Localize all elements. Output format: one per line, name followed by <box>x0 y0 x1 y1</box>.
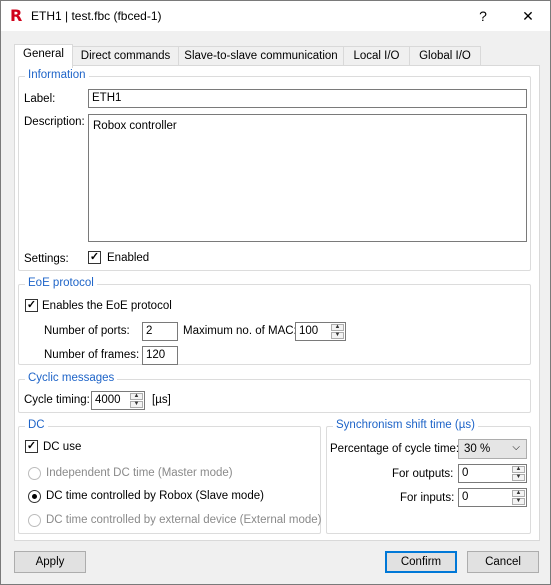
dc-use-label: DC use <box>43 441 82 453</box>
tab-global-io[interactable]: Global I/O <box>409 46 481 67</box>
sync-shift-group: Synchronism shift time (µs) Percentage o… <box>326 419 531 534</box>
percentage-caption: Percentage of cycle time: <box>330 443 460 455</box>
mac-caption: Maximum no. of MAC: <box>183 325 297 337</box>
cycle-timing-value: 4000 <box>95 394 121 406</box>
confirm-button[interactable]: Confirm <box>385 551 457 573</box>
settings-caption: Settings: <box>24 253 69 265</box>
label-caption: Label: <box>24 93 56 105</box>
dc-use-checkbox[interactable]: ✓ <box>25 440 38 453</box>
robox-logo-icon: R <box>10 6 23 25</box>
frames-input[interactable]: 120 <box>142 346 178 365</box>
cycle-timing-unit: [µs] <box>152 394 171 406</box>
cyclic-title: Cyclic messages <box>25 372 118 384</box>
dialog-window: R ETH1 | test.fbc (fbced-1) ? ✕ General … <box>0 0 551 585</box>
ports-caption: Number of ports: <box>44 325 130 337</box>
inputs-up-icon[interactable]: ▲ <box>512 490 525 497</box>
outputs-caption: For outputs: <box>392 468 454 480</box>
general-panel: Information Label: ETH1 Description: Rob… <box>14 65 540 541</box>
cycle-timing-stepper[interactable]: 4000 ▲ ▼ <box>91 391 145 410</box>
dc-master-label: Independent DC time (Master mode) <box>46 467 233 479</box>
dc-master-radio[interactable] <box>28 467 41 480</box>
chevron-down-icon: ⌵ <box>512 442 520 453</box>
tab-general[interactable]: General <box>14 44 73 68</box>
description-textarea[interactable]: Robox controller <box>88 114 527 242</box>
tab-slave-to-slave[interactable]: Slave-to-slave communication <box>178 46 344 67</box>
mac-arrows: ▲ ▼ <box>331 324 344 339</box>
percentage-value: 30 % <box>464 443 491 455</box>
description-caption: Description: <box>24 116 85 128</box>
mac-stepper[interactable]: 100 ▲ ▼ <box>295 322 346 341</box>
cancel-button[interactable]: Cancel <box>467 551 539 573</box>
dc-external-label: DC time controlled by external device (E… <box>46 514 322 526</box>
eoe-title: EoE protocol <box>25 277 97 289</box>
apply-button[interactable]: Apply <box>14 551 86 573</box>
eoe-enable-checkbox[interactable]: ✓ <box>25 299 38 312</box>
label-input[interactable]: ETH1 <box>88 89 527 108</box>
outputs-down-icon[interactable]: ▼ <box>512 474 525 481</box>
cycle-timing-down-icon[interactable]: ▼ <box>130 401 143 408</box>
outputs-value: 0 <box>462 467 469 479</box>
information-group: Information Label: ETH1 Description: Rob… <box>18 69 531 271</box>
mac-value: 100 <box>299 325 319 337</box>
eoe-enable-label: Enables the EoE protocol <box>42 300 172 312</box>
cycle-timing-up-icon[interactable]: ▲ <box>130 393 143 400</box>
inputs-down-icon[interactable]: ▼ <box>512 498 525 505</box>
outputs-arrows: ▲ ▼ <box>512 466 525 481</box>
dc-slave-label: DC time controlled by Robox (Slave mode) <box>46 490 264 502</box>
radio-selected-dot <box>32 494 37 499</box>
information-title: Information <box>25 69 89 81</box>
inputs-value: 0 <box>462 491 469 503</box>
dc-slave-radio[interactable] <box>28 490 41 503</box>
tab-local-io[interactable]: Local I/O <box>343 46 410 67</box>
frames-caption: Number of frames: <box>44 349 140 361</box>
dc-external-radio[interactable] <box>28 514 41 527</box>
enabled-label: Enabled <box>107 252 150 264</box>
dc-title: DC <box>25 419 48 431</box>
cyclic-group: Cyclic messages Cycle timing: 4000 ▲ ▼ [… <box>18 372 531 413</box>
enabled-checkbox[interactable]: ✓ <box>88 251 101 264</box>
outputs-up-icon[interactable]: ▲ <box>512 466 525 473</box>
window-title: ETH1 | test.fbc (fbced-1) <box>31 9 162 23</box>
title-bar: R ETH1 | test.fbc (fbced-1) ? ✕ <box>1 1 550 31</box>
outputs-stepper[interactable]: 0 ▲ ▼ <box>458 464 527 483</box>
mac-up-icon[interactable]: ▲ <box>331 324 344 331</box>
help-button[interactable]: ? <box>460 1 506 31</box>
tab-direct-commands[interactable]: Direct commands <box>72 46 179 67</box>
cycle-timing-arrows: ▲ ▼ <box>130 393 143 408</box>
cycle-timing-caption: Cycle timing: <box>24 394 90 406</box>
mac-down-icon[interactable]: ▼ <box>331 332 344 339</box>
inputs-stepper[interactable]: 0 ▲ ▼ <box>458 488 527 507</box>
inputs-arrows: ▲ ▼ <box>512 490 525 505</box>
close-button[interactable]: ✕ <box>505 1 551 31</box>
dc-group: DC ✓ DC use Independent DC time (Master … <box>18 419 322 534</box>
ports-input[interactable]: 2 <box>142 322 178 341</box>
eoe-group: EoE protocol ✓ Enables the EoE protocol … <box>18 277 531 365</box>
percentage-select[interactable]: 30 % ⌵ <box>458 439 527 459</box>
inputs-caption: For inputs: <box>400 492 455 504</box>
sync-shift-title: Synchronism shift time (µs) <box>333 419 478 431</box>
